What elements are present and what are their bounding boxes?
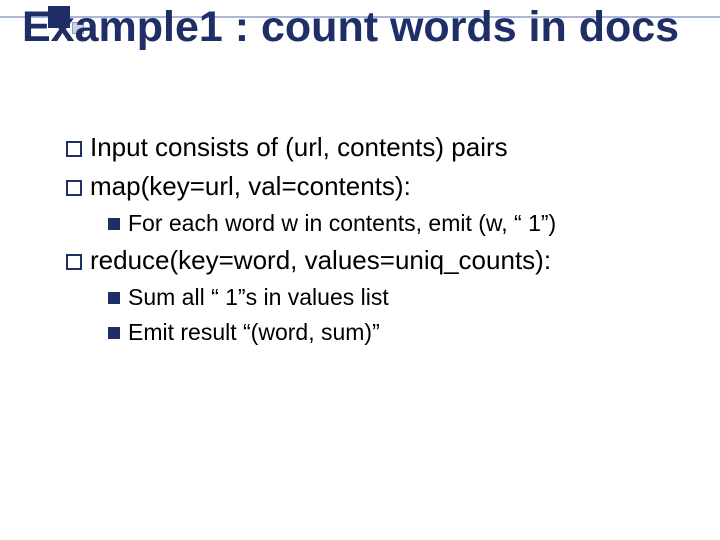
bullet-level1: Input consists of (url, contents) pairs (66, 130, 680, 165)
bullet-text: Input consists of (url, contents) pairs (90, 132, 508, 162)
bullet-text: Sum all “ 1”s in values list (128, 284, 389, 310)
slide-title: Example1 : count words in docs (22, 4, 700, 50)
slide: Example1 : count words in docs Input con… (0, 0, 720, 540)
hollow-square-icon (66, 141, 82, 157)
filled-square-icon (108, 292, 120, 304)
hollow-square-icon (66, 254, 82, 270)
bullet-level2: Sum all “ 1”s in values list (108, 282, 680, 313)
bullet-level2: For each word w in contents, emit (w, “ … (108, 208, 680, 239)
bullet-text: reduce(key=word, values=uniq_counts): (90, 245, 551, 275)
hollow-square-icon (66, 180, 82, 196)
bullet-level2: Emit result “(word, sum)” (108, 317, 680, 348)
bullet-text: Emit result “(word, sum)” (128, 319, 380, 345)
bullet-text: For each word w in contents, emit (w, “ … (128, 210, 556, 236)
slide-body: Input consists of (url, contents) pairs … (66, 130, 680, 352)
bullet-text: map(key=url, val=contents): (90, 171, 411, 201)
filled-square-icon (108, 327, 120, 339)
filled-square-icon (108, 218, 120, 230)
bullet-level1: reduce(key=word, values=uniq_counts): (66, 243, 680, 278)
bullet-level1: map(key=url, val=contents): (66, 169, 680, 204)
